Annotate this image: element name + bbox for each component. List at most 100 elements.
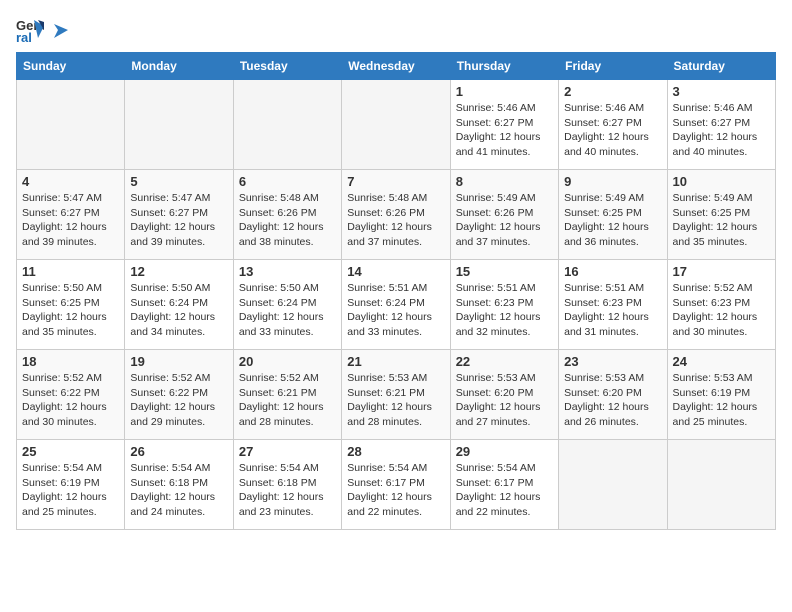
column-header-thursday: Thursday (450, 53, 558, 80)
calendar-cell: 23 Sunrise: 5:53 AMSunset: 6:20 PMDayligh… (559, 350, 667, 440)
calendar-cell (342, 80, 450, 170)
day-number: 21 (347, 354, 444, 369)
day-number: 22 (456, 354, 553, 369)
day-detail: Sunrise: 5:53 AMSunset: 6:19 PMDaylight:… (673, 371, 770, 430)
week-row-4: 18 Sunrise: 5:52 AMSunset: 6:22 PMDayligh… (17, 350, 776, 440)
calendar-cell: 15 Sunrise: 5:51 AMSunset: 6:23 PMDayligh… (450, 260, 558, 350)
calendar-cell: 28Sunrise: 5:54 AMSunset: 6:17 PMDayligh… (342, 440, 450, 530)
day-detail: Sunrise: 5:51 AMSunset: 6:23 PMDaylight:… (564, 281, 661, 340)
day-detail: Sunrise: 5:46 AMSunset: 6:27 PMDaylight:… (564, 101, 661, 160)
calendar-cell: 10 Sunrise: 5:49 AMSunset: 6:25 PMDayligh… (667, 170, 775, 260)
calendar-cell: 17 Sunrise: 5:52 AMSunset: 6:23 PMDayligh… (667, 260, 775, 350)
calendar-cell (667, 440, 775, 530)
calendar-cell: 24 Sunrise: 5:53 AMSunset: 6:19 PMDayligh… (667, 350, 775, 440)
calendar-table: SundayMondayTuesdayWednesdayThursdayFrid… (16, 52, 776, 530)
day-number: 29 (456, 444, 553, 459)
day-number: 6 (239, 174, 336, 189)
day-detail: Sunrise: 5:50 AMSunset: 6:24 PMDaylight:… (130, 281, 227, 340)
column-header-wednesday: Wednesday (342, 53, 450, 80)
day-number: 27 (239, 444, 336, 459)
day-number: 2 (564, 84, 661, 99)
week-row-1: 1 Sunrise: 5:46 AMSunset: 6:27 PMDaylight… (17, 80, 776, 170)
calendar-cell: 1 Sunrise: 5:46 AMSunset: 6:27 PMDaylight… (450, 80, 558, 170)
calendar-cell (559, 440, 667, 530)
day-detail: Sunrise: 5:54 AMSunset: 6:19 PMDaylight:… (22, 461, 119, 520)
calendar-cell: 18Sunrise: 5:52 AMSunset: 6:22 PMDayligh… (17, 350, 125, 440)
day-number: 11 (22, 264, 119, 279)
day-detail: Sunrise: 5:54 AMSunset: 6:18 PMDaylight:… (130, 461, 227, 520)
calendar-cell: 13 Sunrise: 5:50 AMSunset: 6:24 PMDayligh… (233, 260, 341, 350)
calendar-cell: 25 Sunrise: 5:54 AMSunset: 6:19 PMDayligh… (17, 440, 125, 530)
day-detail: Sunrise: 5:52 AMSunset: 6:21 PMDaylight:… (239, 371, 336, 430)
day-detail: Sunrise: 5:47 AMSunset: 6:27 PMDaylight:… (22, 191, 119, 250)
day-detail: Sunrise: 5:54 AMSunset: 6:18 PMDaylight:… (239, 461, 336, 520)
week-row-3: 11Sunrise: 5:50 AMSunset: 6:25 PMDayligh… (17, 260, 776, 350)
calendar-cell: 3 Sunrise: 5:46 AMSunset: 6:27 PMDaylight… (667, 80, 775, 170)
day-number: 9 (564, 174, 661, 189)
page-header: Gene ral (16, 16, 776, 44)
days-header-row: SundayMondayTuesdayWednesdayThursdayFrid… (17, 53, 776, 80)
svg-text:ral: ral (16, 30, 32, 44)
column-header-tuesday: Tuesday (233, 53, 341, 80)
day-detail: Sunrise: 5:52 AMSunset: 6:22 PMDaylight:… (130, 371, 227, 430)
day-number: 24 (673, 354, 770, 369)
day-number: 19 (130, 354, 227, 369)
column-header-saturday: Saturday (667, 53, 775, 80)
week-row-5: 25 Sunrise: 5:54 AMSunset: 6:19 PMDayligh… (17, 440, 776, 530)
calendar-cell: 16 Sunrise: 5:51 AMSunset: 6:23 PMDayligh… (559, 260, 667, 350)
day-number: 3 (673, 84, 770, 99)
day-detail: Sunrise: 5:48 AMSunset: 6:26 PMDaylight:… (347, 191, 444, 250)
calendar-cell: 9 Sunrise: 5:49 AMSunset: 6:25 PMDaylight… (559, 170, 667, 260)
day-number: 12 (130, 264, 227, 279)
day-detail: Sunrise: 5:53 AMSunset: 6:20 PMDaylight:… (564, 371, 661, 430)
day-number: 7 (347, 174, 444, 189)
column-header-monday: Monday (125, 53, 233, 80)
calendar-cell: 6 Sunrise: 5:48 AMSunset: 6:26 PMDaylight… (233, 170, 341, 260)
logo-arrow (50, 20, 70, 40)
day-number: 1 (456, 84, 553, 99)
calendar-cell (125, 80, 233, 170)
calendar-cell: 22Sunrise: 5:53 AMSunset: 6:20 PMDayligh… (450, 350, 558, 440)
day-detail: Sunrise: 5:54 AMSunset: 6:17 PMDaylight:… (456, 461, 553, 520)
calendar-cell: 11Sunrise: 5:50 AMSunset: 6:25 PMDayligh… (17, 260, 125, 350)
day-number: 18 (22, 354, 119, 369)
week-row-2: 4 Sunrise: 5:47 AMSunset: 6:27 PMDaylight… (17, 170, 776, 260)
day-detail: Sunrise: 5:53 AMSunset: 6:21 PMDaylight:… (347, 371, 444, 430)
day-number: 26 (130, 444, 227, 459)
calendar-cell: 4 Sunrise: 5:47 AMSunset: 6:27 PMDaylight… (17, 170, 125, 260)
day-number: 8 (456, 174, 553, 189)
day-detail: Sunrise: 5:48 AMSunset: 6:26 PMDaylight:… (239, 191, 336, 250)
calendar-cell: 12 Sunrise: 5:50 AMSunset: 6:24 PMDayligh… (125, 260, 233, 350)
calendar-cell: 8Sunrise: 5:49 AMSunset: 6:26 PMDaylight… (450, 170, 558, 260)
day-number: 20 (239, 354, 336, 369)
calendar-cell: 21 Sunrise: 5:53 AMSunset: 6:21 PMDayligh… (342, 350, 450, 440)
logo: Gene ral (16, 16, 70, 44)
day-detail: Sunrise: 5:46 AMSunset: 6:27 PMDaylight:… (456, 101, 553, 160)
logo-icon: Gene ral (16, 16, 44, 44)
calendar-cell: 27 Sunrise: 5:54 AMSunset: 6:18 PMDayligh… (233, 440, 341, 530)
calendar-cell: 5Sunrise: 5:47 AMSunset: 6:27 PMDaylight… (125, 170, 233, 260)
day-detail: Sunrise: 5:51 AMSunset: 6:23 PMDaylight:… (456, 281, 553, 340)
day-detail: Sunrise: 5:54 AMSunset: 6:17 PMDaylight:… (347, 461, 444, 520)
day-number: 23 (564, 354, 661, 369)
calendar-cell: 7 Sunrise: 5:48 AMSunset: 6:26 PMDaylight… (342, 170, 450, 260)
day-detail: Sunrise: 5:52 AMSunset: 6:23 PMDaylight:… (673, 281, 770, 340)
calendar-cell: 2 Sunrise: 5:46 AMSunset: 6:27 PMDaylight… (559, 80, 667, 170)
day-detail: Sunrise: 5:49 AMSunset: 6:25 PMDaylight:… (673, 191, 770, 250)
day-number: 13 (239, 264, 336, 279)
calendar-cell: 26 Sunrise: 5:54 AMSunset: 6:18 PMDayligh… (125, 440, 233, 530)
day-number: 4 (22, 174, 119, 189)
day-number: 17 (673, 264, 770, 279)
calendar-cell (233, 80, 341, 170)
day-detail: Sunrise: 5:50 AMSunset: 6:24 PMDaylight:… (239, 281, 336, 340)
calendar-cell: 20 Sunrise: 5:52 AMSunset: 6:21 PMDayligh… (233, 350, 341, 440)
day-detail: Sunrise: 5:49 AMSunset: 6:25 PMDaylight:… (564, 191, 661, 250)
day-number: 16 (564, 264, 661, 279)
column-header-sunday: Sunday (17, 53, 125, 80)
day-detail: Sunrise: 5:46 AMSunset: 6:27 PMDaylight:… (673, 101, 770, 160)
day-detail: Sunrise: 5:51 AMSunset: 6:24 PMDaylight:… (347, 281, 444, 340)
day-number: 10 (673, 174, 770, 189)
day-number: 15 (456, 264, 553, 279)
day-number: 5 (130, 174, 227, 189)
day-number: 25 (22, 444, 119, 459)
